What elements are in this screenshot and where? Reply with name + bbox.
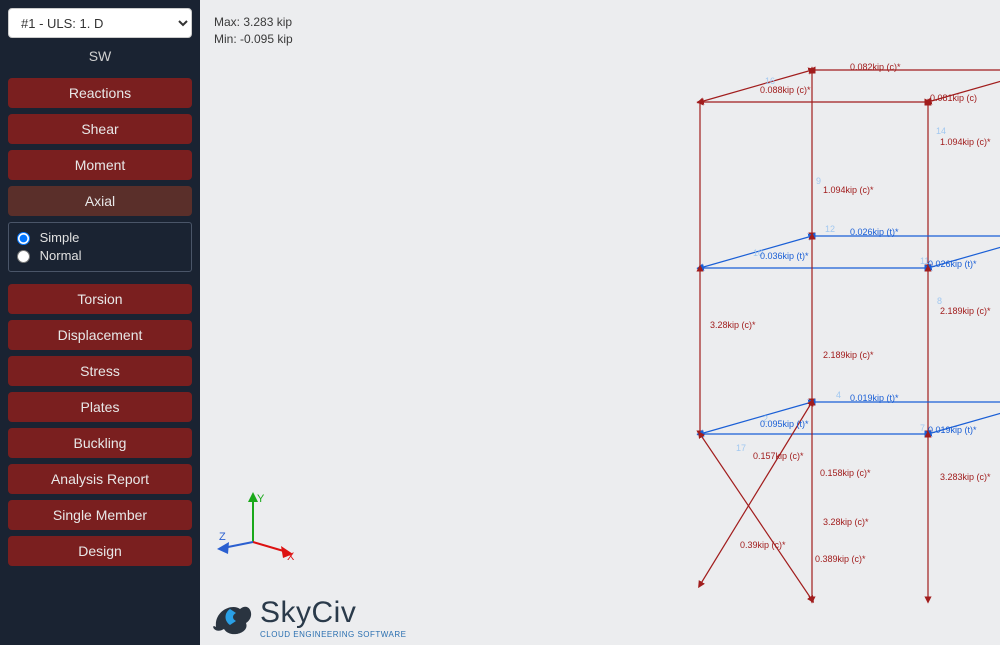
force-label: 0.019kip (t)* xyxy=(928,425,977,435)
structure-model: 16 14 12 9 12 10 11 13 8 4 2 7 5 4 17 21… xyxy=(460,30,990,630)
reactions-button[interactable]: Reactions xyxy=(8,78,192,108)
force-label: 3.28kip (c)* xyxy=(823,517,869,527)
result-stats: Max: 3.283 kip Min: -0.095 kip xyxy=(214,14,293,48)
force-label: 0.158kip (c)* xyxy=(820,468,871,478)
force-label: 0.026kip (t)* xyxy=(928,259,977,269)
radio-simple-input[interactable] xyxy=(17,232,30,245)
max-value: Max: 3.283 kip xyxy=(214,14,293,31)
force-label: 3.283kip (c)* xyxy=(940,472,991,482)
sidebar: #1 - ULS: 1. D SW Reactions Shear Moment… xyxy=(0,0,200,645)
sw-label: SW xyxy=(8,48,192,64)
force-label: 3.28kip (c)* xyxy=(710,320,756,330)
svg-text:X: X xyxy=(287,551,295,560)
min-value: Min: -0.095 kip xyxy=(214,31,293,48)
torsion-button[interactable]: Torsion xyxy=(8,284,192,314)
analysis-report-button[interactable]: Analysis Report xyxy=(8,464,192,494)
force-label: 1.094kip (c)* xyxy=(940,137,991,147)
svg-text:Z: Z xyxy=(219,531,226,543)
single-member-button[interactable]: Single Member xyxy=(8,500,192,530)
design-button[interactable]: Design xyxy=(8,536,192,566)
radio-normal[interactable]: Normal xyxy=(17,247,183,265)
load-case-dropdown[interactable]: #1 - ULS: 1. D xyxy=(8,8,192,38)
logo-subtitle: CLOUD ENGINEERING SOFTWARE xyxy=(260,630,407,639)
force-label: 0.081kip (c) xyxy=(930,93,977,103)
force-label: 0.026kip (t)* xyxy=(850,227,899,237)
svg-text:Y: Y xyxy=(257,493,265,505)
force-label: 0.39kip (c)* xyxy=(740,540,786,550)
plates-button[interactable]: Plates xyxy=(8,392,192,422)
viewport-3d[interactable]: Max: 3.283 kip Min: -0.095 kip xyxy=(200,0,1000,645)
stress-button[interactable]: Stress xyxy=(8,356,192,386)
axis-gizmo: Y X Z xyxy=(215,490,295,560)
moment-button[interactable]: Moment xyxy=(8,150,192,180)
force-label: 2.189kip (c)* xyxy=(823,350,874,360)
axial-mode-radio-group: Simple Normal xyxy=(8,222,192,272)
force-label: 0.389kip (c)* xyxy=(815,554,866,564)
force-label: 0.088kip (c)* xyxy=(760,85,811,95)
radio-simple[interactable]: Simple xyxy=(17,229,183,247)
buckling-button[interactable]: Buckling xyxy=(8,428,192,458)
force-label: 0.157kip (c)* xyxy=(753,451,804,461)
force-label: 0.036kip (t)* xyxy=(760,251,809,261)
displacement-button[interactable]: Displacement xyxy=(8,320,192,350)
radio-normal-input[interactable] xyxy=(17,250,30,263)
axial-button[interactable]: Axial xyxy=(8,186,192,216)
force-label: 0.082kip (c)* xyxy=(850,62,901,72)
force-label: 2.189kip (c)* xyxy=(940,306,991,316)
logo-title: SkyCiv xyxy=(260,596,407,630)
shear-button[interactable]: Shear xyxy=(8,114,192,144)
force-label: 1.094kip (c)* xyxy=(823,185,874,195)
force-label: 0.019kip (t)* xyxy=(850,393,899,403)
force-label: 0.095kip (t)* xyxy=(760,419,809,429)
skyciv-logo: SkyCiv CLOUD ENGINEERING SOFTWARE xyxy=(210,596,407,639)
